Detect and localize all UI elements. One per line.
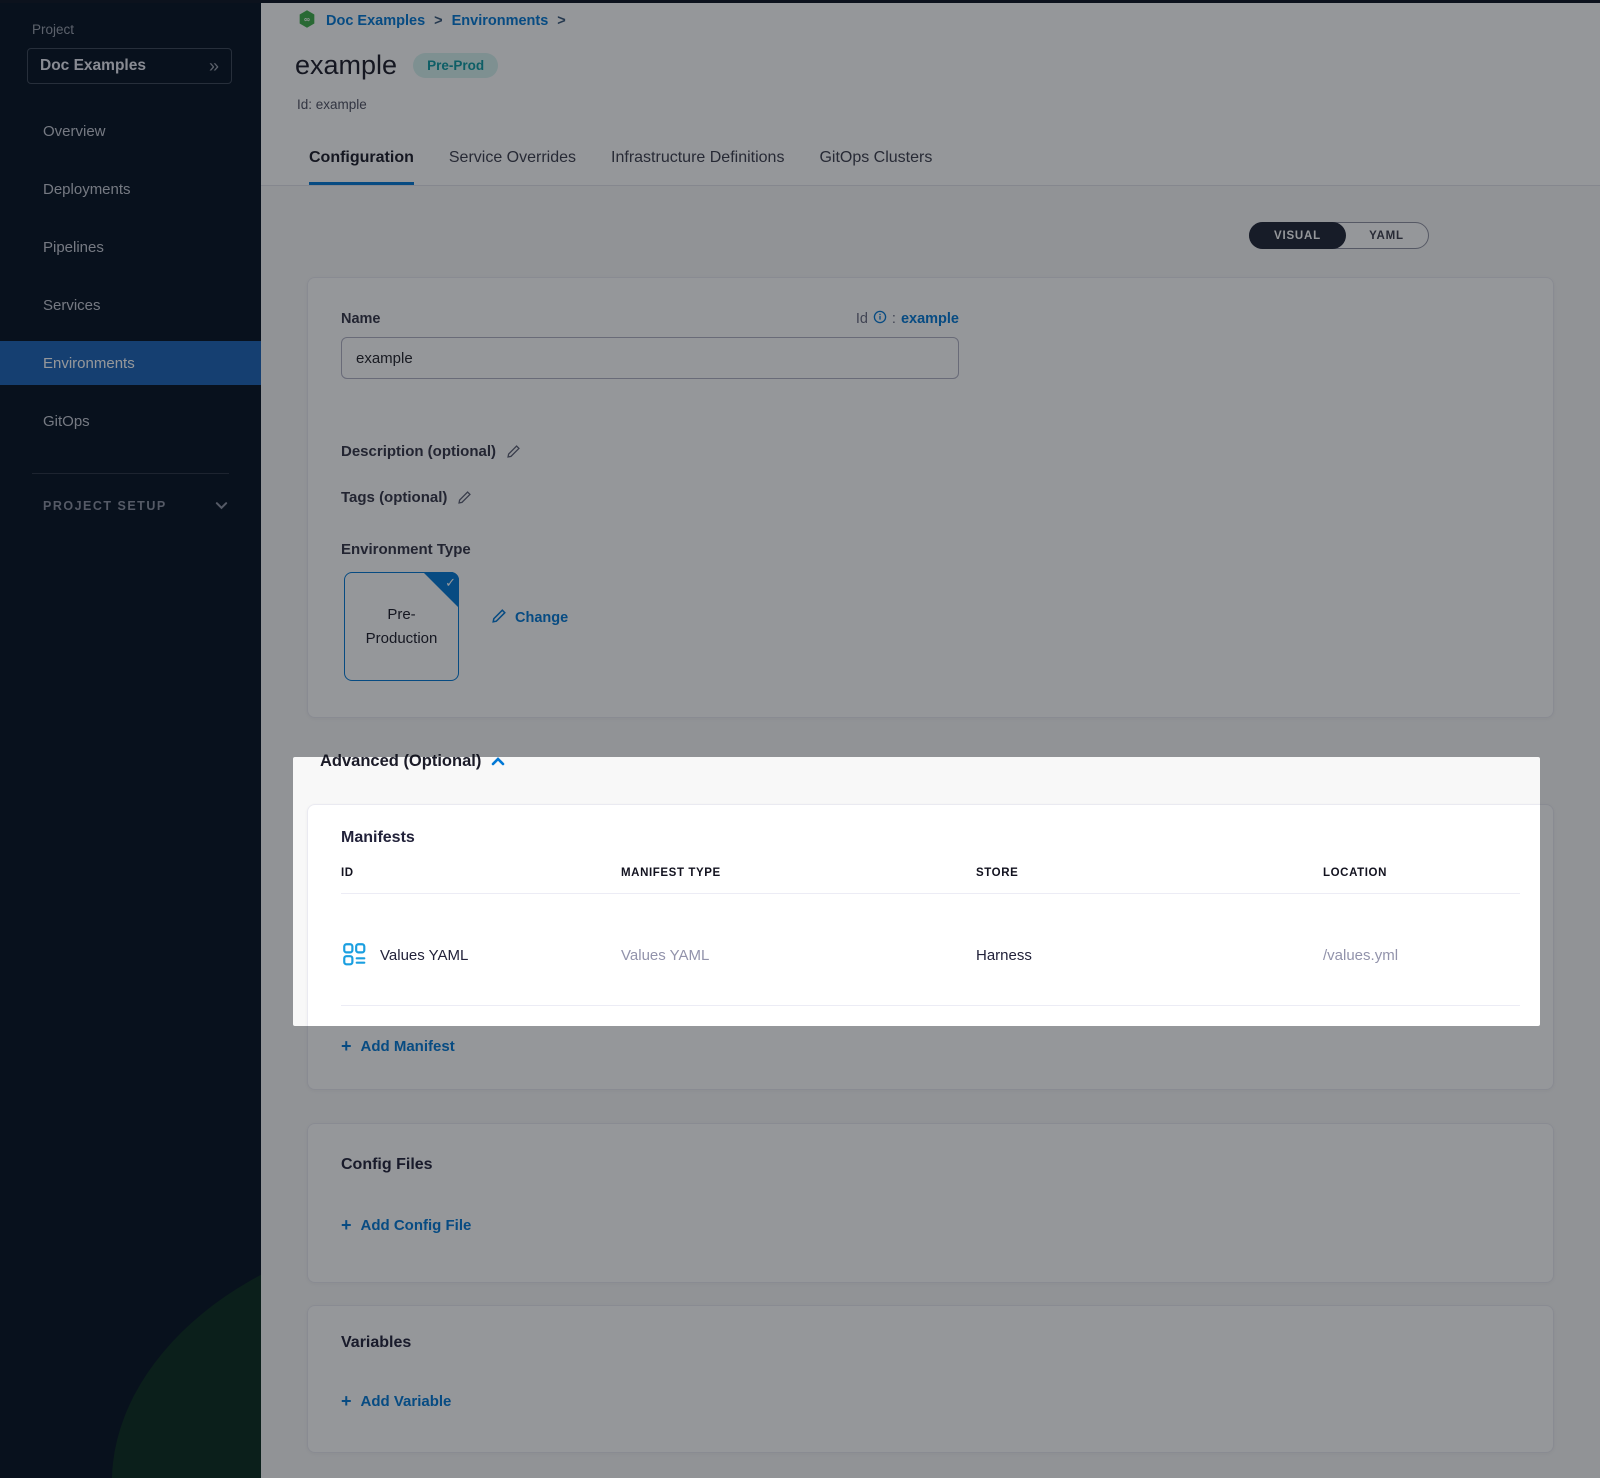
tab-gitops-clusters[interactable]: GitOps Clusters [819,149,932,185]
sidebar-item-overview[interactable]: Overview [0,109,261,153]
description-row: Description (optional) [341,443,521,460]
chevron-down-icon [215,499,228,513]
tab-bar: Configuration Service Overrides Infrastr… [309,149,932,185]
breadcrumb-separator: > [557,13,565,29]
edit-description-pencil-icon[interactable] [506,444,521,459]
manifest-id-cell: Values YAML [341,941,621,971]
description-label: Description (optional) [341,443,496,460]
cd-module-icon: ∞ [297,9,317,33]
page-header: ∞ Doc Examples > Environments > example … [261,0,1600,186]
name-input[interactable] [341,337,959,379]
edit-pencil-icon [491,608,507,628]
add-variable-label: Add Variable [361,1393,452,1410]
manifest-id: Values YAML [380,947,468,964]
manifest-values-yaml-icon [341,941,367,971]
project-setup-toggle[interactable]: PROJECT SETUP [43,499,228,513]
add-config-file-button[interactable]: + Add Config File [341,1216,471,1234]
selected-corner: ✓ [423,572,459,608]
col-id: ID [341,867,621,879]
chevron-up-icon [491,752,505,771]
info-icon[interactable] [873,310,887,328]
id-colon: : [892,311,896,327]
tab-configuration[interactable]: Configuration [309,149,414,185]
tab-service-overrides[interactable]: Service Overrides [449,149,576,185]
tags-label: Tags (optional) [341,489,447,506]
id-chip: Id : example [856,310,959,328]
config-files-card: Config Files + Add Config File [307,1123,1554,1283]
variables-title: Variables [341,1334,411,1352]
breadcrumb-project-link[interactable]: Doc Examples [326,13,425,29]
environment-form-card: Name Id : example Description (optional) [307,277,1554,718]
sidebar-item-gitops[interactable]: GitOps [0,399,261,443]
chevron-double-right-icon[interactable]: » [209,57,219,75]
advanced-section-toggle[interactable]: Advanced (Optional) [320,752,505,771]
sidebar-nav: Overview Deployments Pipelines Services … [0,109,261,457]
sidebar-item-pipelines[interactable]: Pipelines [0,225,261,269]
config-files-title: Config Files [341,1156,433,1174]
env-type-card-preproduction[interactable]: Pre-Production ✓ [344,572,459,681]
manifests-table-header: ID MANIFEST TYPE STORE LOCATION [341,867,1520,894]
environment-type-label: Environment Type [341,541,471,558]
sidebar-item-environments[interactable]: Environments [0,341,261,385]
page-title: example [295,50,397,81]
check-icon: ✓ [445,575,456,591]
configuration-content: VISUAL YAML Name Id : example [261,186,1600,1478]
env-type-badge: Pre-Prod [413,53,498,78]
id-value-link[interactable]: example [901,311,959,327]
id-prefix: Id [856,311,868,327]
project-selector[interactable]: Doc Examples » [27,48,232,84]
manifests-title: Manifests [341,829,415,847]
window-top-edge [0,0,1600,3]
breadcrumb-separator: > [434,13,442,29]
title-row: example Pre-Prod [295,50,498,81]
col-store: STORE [976,867,1323,879]
entity-id: Id: example [297,97,367,112]
project-sidebar: Project Doc Examples » Overview Deployme… [0,0,261,1478]
manifest-type: Values YAML [621,947,976,964]
harness-environment-page: Project Doc Examples » Overview Deployme… [0,0,1600,1478]
add-variable-button[interactable]: + Add Variable [341,1392,451,1410]
env-type-card-label: Pre-Production [357,603,447,650]
manifest-location: /values.yml [1323,947,1520,964]
sidebar-item-services[interactable]: Services [0,283,261,327]
sidebar-divider [32,473,229,474]
main-panel: ∞ Doc Examples > Environments > example … [261,0,1600,1478]
project-name: Doc Examples [40,57,146,75]
breadcrumb-environments-link[interactable]: Environments [452,13,549,29]
variables-card: Variables + Add Variable [307,1305,1554,1453]
add-manifest-label: Add Manifest [361,1038,455,1055]
toggle-visual[interactable]: VISUAL [1249,222,1346,249]
tab-infrastructure-definitions[interactable]: Infrastructure Definitions [611,149,784,185]
advanced-title: Advanced (Optional) [320,752,481,771]
tags-row: Tags (optional) [341,489,472,506]
plus-icon: + [341,1037,352,1055]
col-location: LOCATION [1323,867,1520,879]
sidebar-decorative-wave [78,1181,261,1478]
change-env-type-button[interactable]: Change [491,608,568,628]
sidebar-item-deployments[interactable]: Deployments [0,167,261,211]
add-manifest-button[interactable]: + Add Manifest [341,1037,455,1055]
manifest-store: Harness [976,947,1323,964]
name-label: Name [341,311,381,327]
edit-tags-pencil-icon[interactable] [457,490,472,505]
breadcrumb: ∞ Doc Examples > Environments > [297,9,566,33]
change-label: Change [515,610,568,626]
add-config-file-label: Add Config File [361,1217,472,1234]
toggle-yaml[interactable]: YAML [1345,223,1428,248]
project-label: Project [32,22,74,37]
manifest-table-row[interactable]: Values YAML Values YAML Harness /values.… [341,906,1520,1006]
manifests-card: Manifests ID MANIFEST TYPE STORE LOCATIO… [307,804,1554,1090]
visual-yaml-toggle[interactable]: VISUAL YAML [1249,222,1429,249]
plus-icon: + [341,1216,352,1234]
plus-icon: + [341,1392,352,1410]
col-manifest-type: MANIFEST TYPE [621,867,976,879]
project-setup-label: PROJECT SETUP [43,499,167,513]
name-field-header: Name Id : example [341,310,959,328]
svg-text:∞: ∞ [304,14,310,24]
